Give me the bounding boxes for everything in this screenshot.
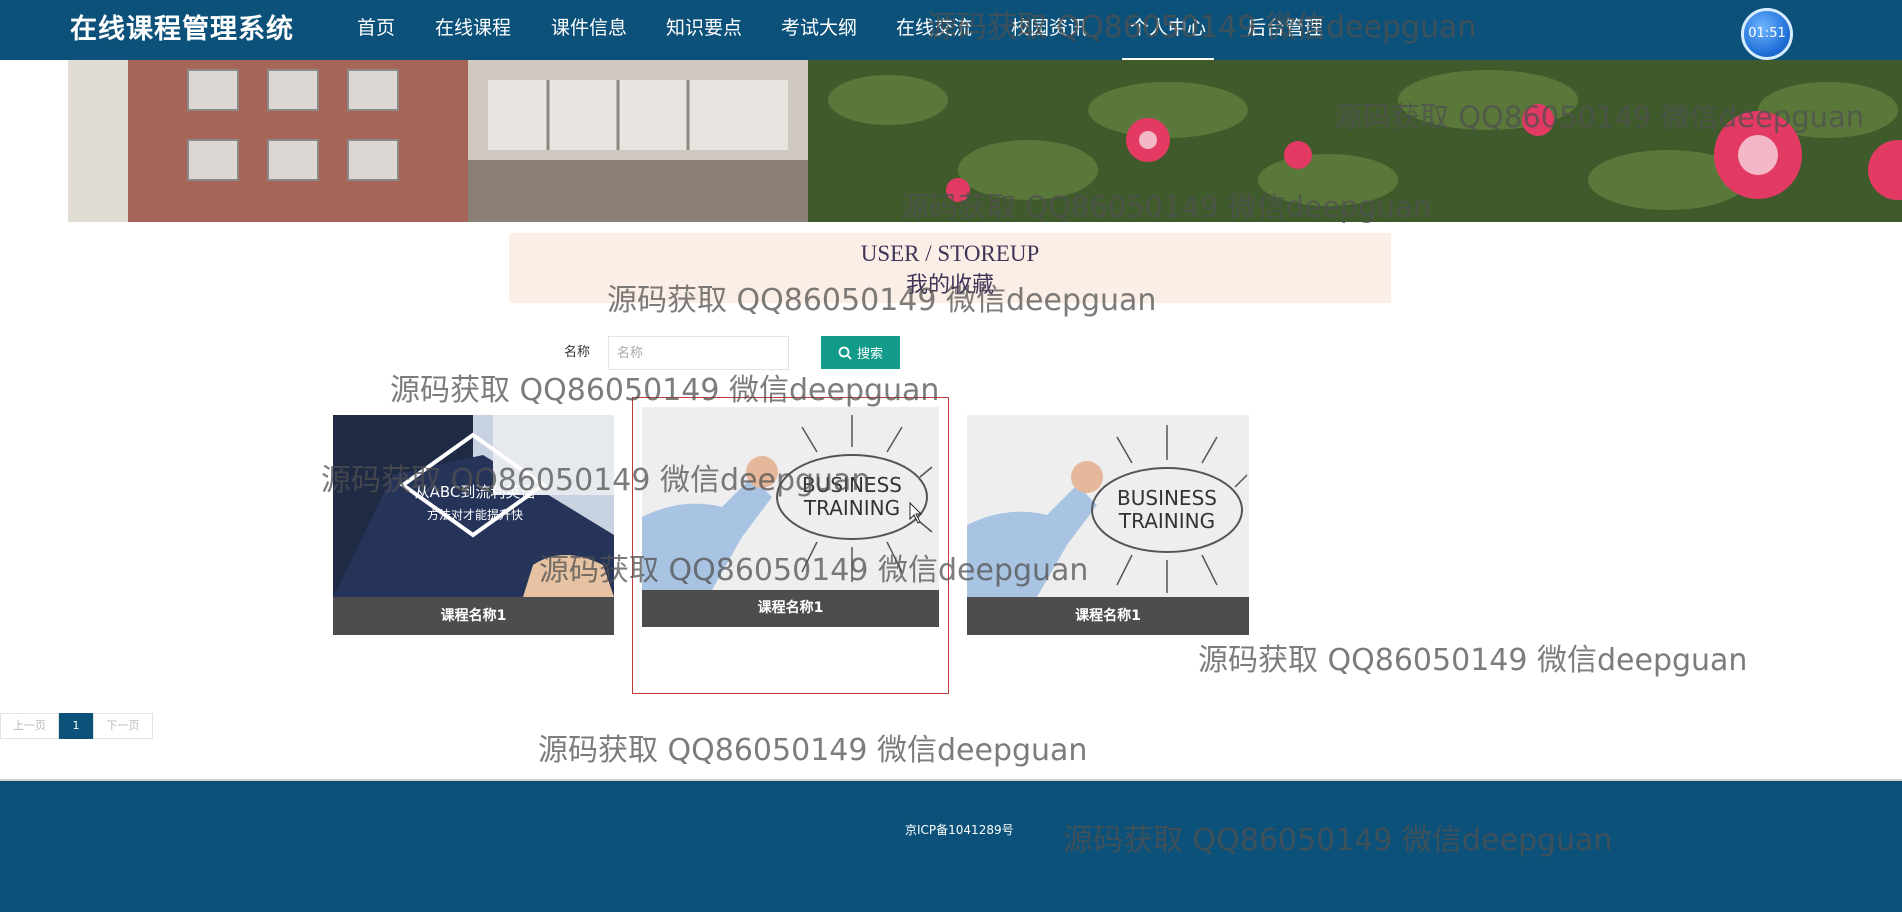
card-image-text-2: 方法对才能提升快 bbox=[427, 507, 523, 522]
card-image-text-1: BUSINESS bbox=[802, 473, 902, 497]
card-caption[interactable]: 课程名称1 bbox=[642, 590, 939, 627]
nav-item-home[interactable]: 首页 bbox=[357, 12, 395, 44]
favorite-card[interactable]: BUSINESS TRAINING 课程名称1 bbox=[642, 407, 939, 627]
card-image[interactable]: BUSINESS TRAINING bbox=[642, 407, 939, 590]
nav-item-key-points[interactable]: 知识要点 bbox=[666, 12, 742, 44]
nav-item-courseware[interactable]: 课件信息 bbox=[551, 12, 627, 44]
favorite-card[interactable]: 从ABC到流利英语 方法对才能提升快 课程名称1 bbox=[333, 415, 614, 635]
page-title-cn: 我的收藏 bbox=[905, 272, 994, 297]
favorite-card[interactable]: BUSINESS TRAINING 课程名称1 bbox=[967, 415, 1249, 635]
card-image-text-2: TRAINING bbox=[803, 496, 900, 520]
card-image-art: BUSINESS TRAINING bbox=[642, 407, 939, 590]
card-image-art: 从ABC到流利英语 方法对才能提升快 bbox=[333, 415, 614, 597]
watermark-text: 源码获取 QQ86050149 微信deepguan bbox=[538, 733, 1088, 768]
card-image-text-1: 从ABC到流利英语 bbox=[415, 483, 536, 501]
user-avatar[interactable]: 01:51 bbox=[1741, 8, 1793, 60]
card-image-art: BUSINESS TRAINING bbox=[967, 415, 1249, 597]
search-label: 名称 bbox=[564, 345, 591, 360]
hero-banner bbox=[68, 60, 1902, 222]
pagination-page-1[interactable]: 1 bbox=[59, 713, 93, 739]
search-button-label: 搜索 bbox=[856, 347, 883, 362]
nav-item-admin[interactable]: 后台管理 bbox=[1247, 12, 1323, 44]
banner-image bbox=[68, 60, 1902, 222]
card-caption[interactable]: 课程名称1 bbox=[333, 597, 614, 635]
icp-record[interactable]: 京ICP备1041289号 bbox=[905, 822, 1014, 838]
page-title-en: USER / STOREUP bbox=[860, 241, 1040, 266]
nav-item-online-courses[interactable]: 在线课程 bbox=[435, 12, 511, 44]
pagination-prev[interactable]: 上一页 bbox=[0, 713, 59, 739]
card-caption[interactable]: 课程名称1 bbox=[967, 597, 1249, 635]
card-image-text-2: TRAINING bbox=[1118, 509, 1215, 533]
search-button[interactable]: 搜索 bbox=[821, 336, 900, 369]
search-input[interactable] bbox=[608, 336, 789, 370]
watermark-text: 源码获取 QQ86050149 微信deepguan bbox=[1198, 643, 1748, 678]
footer bbox=[0, 781, 1902, 912]
search-icon bbox=[838, 346, 852, 360]
site-brand[interactable]: 在线课程管理系统 bbox=[70, 10, 294, 50]
nav-item-personal-center[interactable]: 个人中心 bbox=[1121, 12, 1215, 60]
card-image-text-1: BUSINESS bbox=[1117, 486, 1217, 510]
pagination-next[interactable]: 下一页 bbox=[93, 713, 153, 739]
nav-item-exam-outline[interactable]: 考试大纲 bbox=[781, 12, 857, 44]
page-title-block: USER / STOREUP 我的收藏 bbox=[509, 233, 1391, 303]
card-image[interactable]: BUSINESS TRAINING bbox=[967, 415, 1249, 597]
nav-item-online-forum[interactable]: 在线交流 bbox=[896, 12, 972, 44]
nav-item-campus-news[interactable]: 校园资讯 bbox=[1011, 12, 1087, 44]
top-navbar: 在线课程管理系统 首页 在线课程 课件信息 知识要点 考试大纲 在线交流 校园资… bbox=[0, 0, 1902, 60]
card-image[interactable]: 从ABC到流利英语 方法对才能提升快 bbox=[333, 415, 614, 597]
